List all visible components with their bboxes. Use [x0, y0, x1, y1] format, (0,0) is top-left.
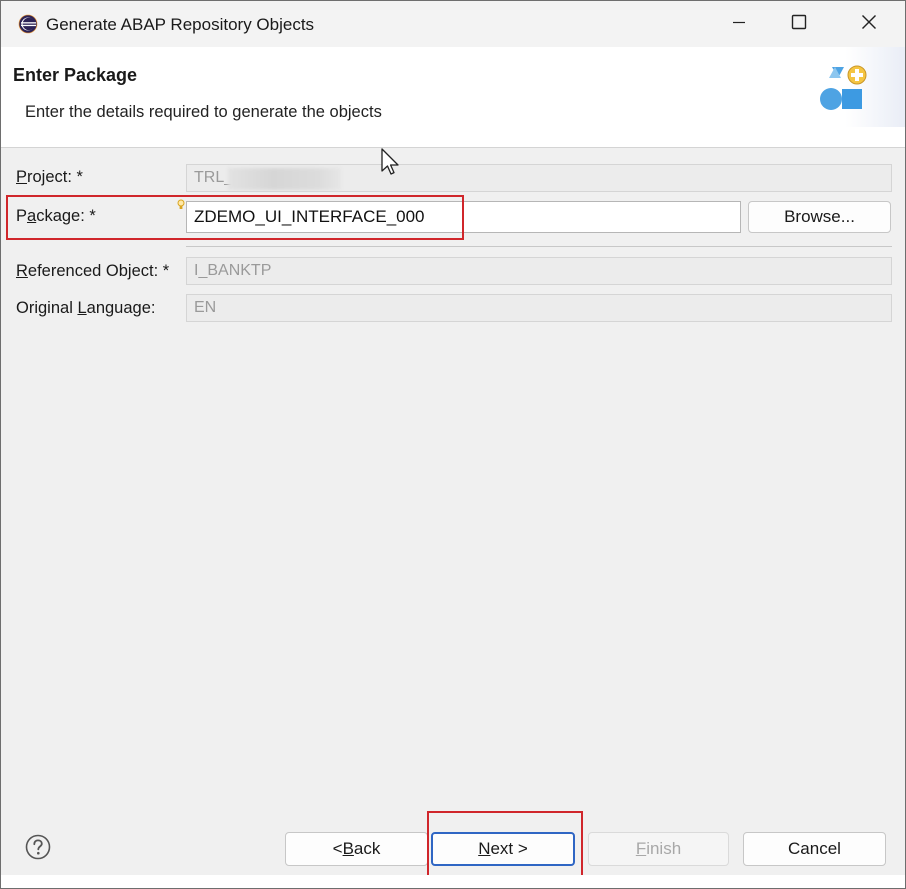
eclipse-icon — [18, 14, 38, 34]
close-icon — [861, 14, 877, 35]
minimize-icon — [732, 15, 746, 34]
original-language-field: EN — [186, 294, 892, 322]
title-bar[interactable]: Generate ABAP Repository Objects — [1, 1, 905, 47]
back-button[interactable]: < Back — [285, 832, 428, 866]
wizard-header: Enter Package Enter the details required… — [1, 47, 905, 148]
project-label: Project: * — [16, 168, 83, 186]
close-button[interactable] — [839, 1, 899, 47]
maximize-icon — [791, 14, 807, 35]
maximize-button[interactable] — [769, 1, 829, 47]
redacted-project-suffix — [228, 168, 341, 190]
mouse-cursor-icon — [380, 147, 402, 177]
next-highlight-annotation — [427, 811, 583, 879]
cancel-button[interactable]: Cancel — [743, 832, 886, 866]
browse-button[interactable]: Browse... — [748, 201, 891, 233]
referenced-object-field: I_BANKTP — [186, 257, 892, 285]
background-strip — [1, 875, 905, 888]
field-separator — [186, 246, 892, 247]
original-language-label: Original Language: — [16, 299, 156, 317]
dialog-window: Generate ABAP Repository Objects Enter P… — [0, 0, 906, 889]
help-icon[interactable] — [25, 834, 51, 860]
page-description: Enter the details required to generate t… — [25, 103, 382, 121]
generate-objects-wizard-icon — [813, 61, 873, 117]
referenced-object-label: Referenced Object: * — [16, 262, 170, 280]
window-title: Generate ABAP Repository Objects — [46, 15, 315, 34]
page-title: Enter Package — [13, 65, 138, 85]
finish-button[interactable]: Finish — [588, 832, 729, 866]
package-highlight-annotation — [6, 195, 464, 240]
minimize-button[interactable] — [709, 1, 769, 47]
